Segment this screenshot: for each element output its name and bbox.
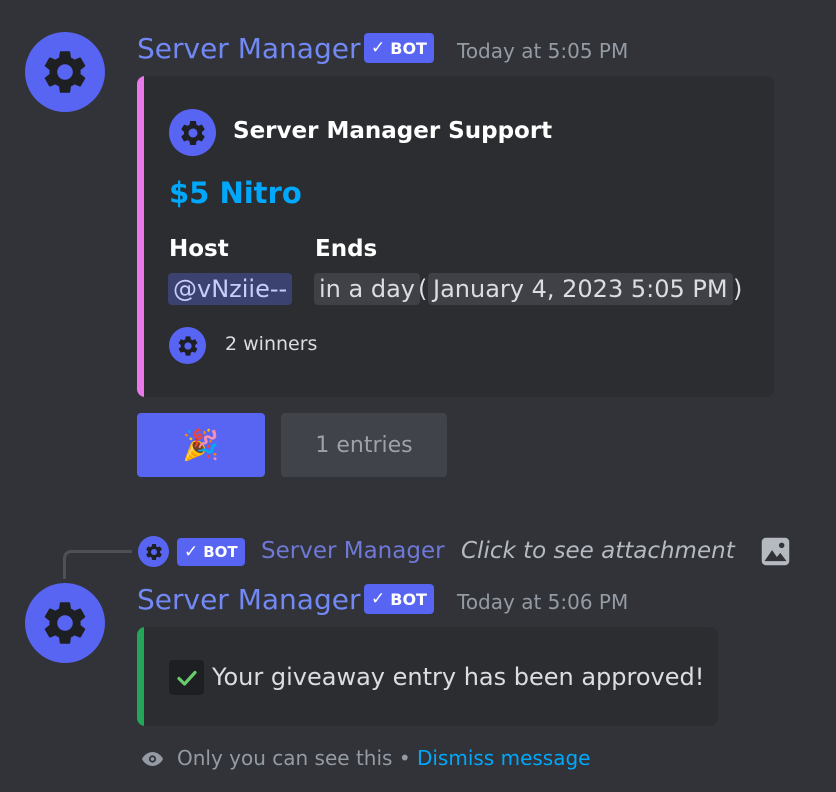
entries-button[interactable]: 1 entries: [281, 413, 447, 477]
check-icon: ✓: [371, 589, 386, 609]
ends-relative-timestamp[interactable]: in a day: [314, 273, 420, 305]
gear-icon: [178, 335, 197, 356]
bot-badge: ✓ BOT: [364, 584, 434, 614]
ephemeral-note-text: Only you can see this: [177, 746, 393, 770]
party-popper-icon: 🎉: [182, 427, 220, 463]
ends-field-label: Ends: [315, 236, 378, 262]
gear-icon: [145, 543, 162, 560]
reply-author-avatar[interactable]: [138, 536, 169, 567]
embed-accent-bar: [137, 76, 144, 397]
dismiss-message-link[interactable]: Dismiss message: [417, 746, 591, 770]
check-glyph: [176, 670, 197, 686]
eye-glyph: [142, 752, 163, 766]
check-icon: ✓: [184, 542, 199, 562]
gear-icon: [44, 602, 86, 644]
ends-close-paren: ): [733, 275, 743, 303]
reply-bot-badge: ✓ BOT: [177, 538, 245, 566]
giveaway-embed: Server Manager Support $5 Nitro Host End…: [137, 76, 774, 397]
approval-embed: Your giveaway entry has been approved!: [137, 627, 718, 726]
ends-open-paren: (: [418, 275, 428, 303]
author-name[interactable]: Server Manager: [137, 583, 360, 616]
approval-text: Your giveaway entry has been approved!: [212, 663, 705, 691]
image-icon[interactable]: [759, 535, 792, 568]
embed-author-name: Server Manager Support: [233, 118, 553, 144]
host-field-label: Host: [169, 236, 229, 262]
ends-absolute-timestamp[interactable]: January 4, 2023 5:05 PM: [428, 273, 733, 305]
author-avatar[interactable]: [25, 583, 105, 663]
reply-bot-badge-label: BOT: [203, 543, 238, 561]
embed-author-icon[interactable]: [169, 109, 216, 156]
footer-icon: [169, 327, 206, 364]
enter-giveaway-button[interactable]: 🎉: [137, 413, 265, 477]
embed-title: $5 Nitro: [169, 176, 302, 210]
bot-badge-label: BOT: [390, 38, 427, 58]
entries-button-label: 1 entries: [315, 432, 413, 458]
embed-accent-bar: [137, 627, 144, 726]
check-mark-icon: [169, 660, 204, 695]
embed-footer: 2 winners: [225, 333, 318, 355]
reply-author-name[interactable]: Server Manager: [261, 538, 445, 564]
message-timestamp[interactable]: Today at 5:06 PM: [457, 590, 628, 614]
gear-icon: [180, 120, 205, 145]
author-avatar[interactable]: [25, 32, 105, 112]
check-icon: ✓: [371, 38, 386, 58]
ephemeral-separator: •: [398, 746, 411, 770]
eye-icon: [137, 747, 168, 771]
reply-spine: [63, 550, 132, 579]
host-mention[interactable]: @vNziie--: [168, 273, 293, 305]
author-name[interactable]: Server Manager: [137, 32, 360, 65]
reply-preview-text[interactable]: Click to see attachment: [461, 538, 735, 564]
ephemeral-note: Only you can see this • Dismiss message: [177, 746, 590, 770]
bot-badge: ✓ BOT: [364, 33, 434, 63]
message-timestamp[interactable]: Today at 5:05 PM: [457, 39, 628, 63]
image-glyph: [761, 537, 790, 566]
gear-icon: [44, 51, 86, 93]
bot-badge-label: BOT: [390, 589, 427, 609]
